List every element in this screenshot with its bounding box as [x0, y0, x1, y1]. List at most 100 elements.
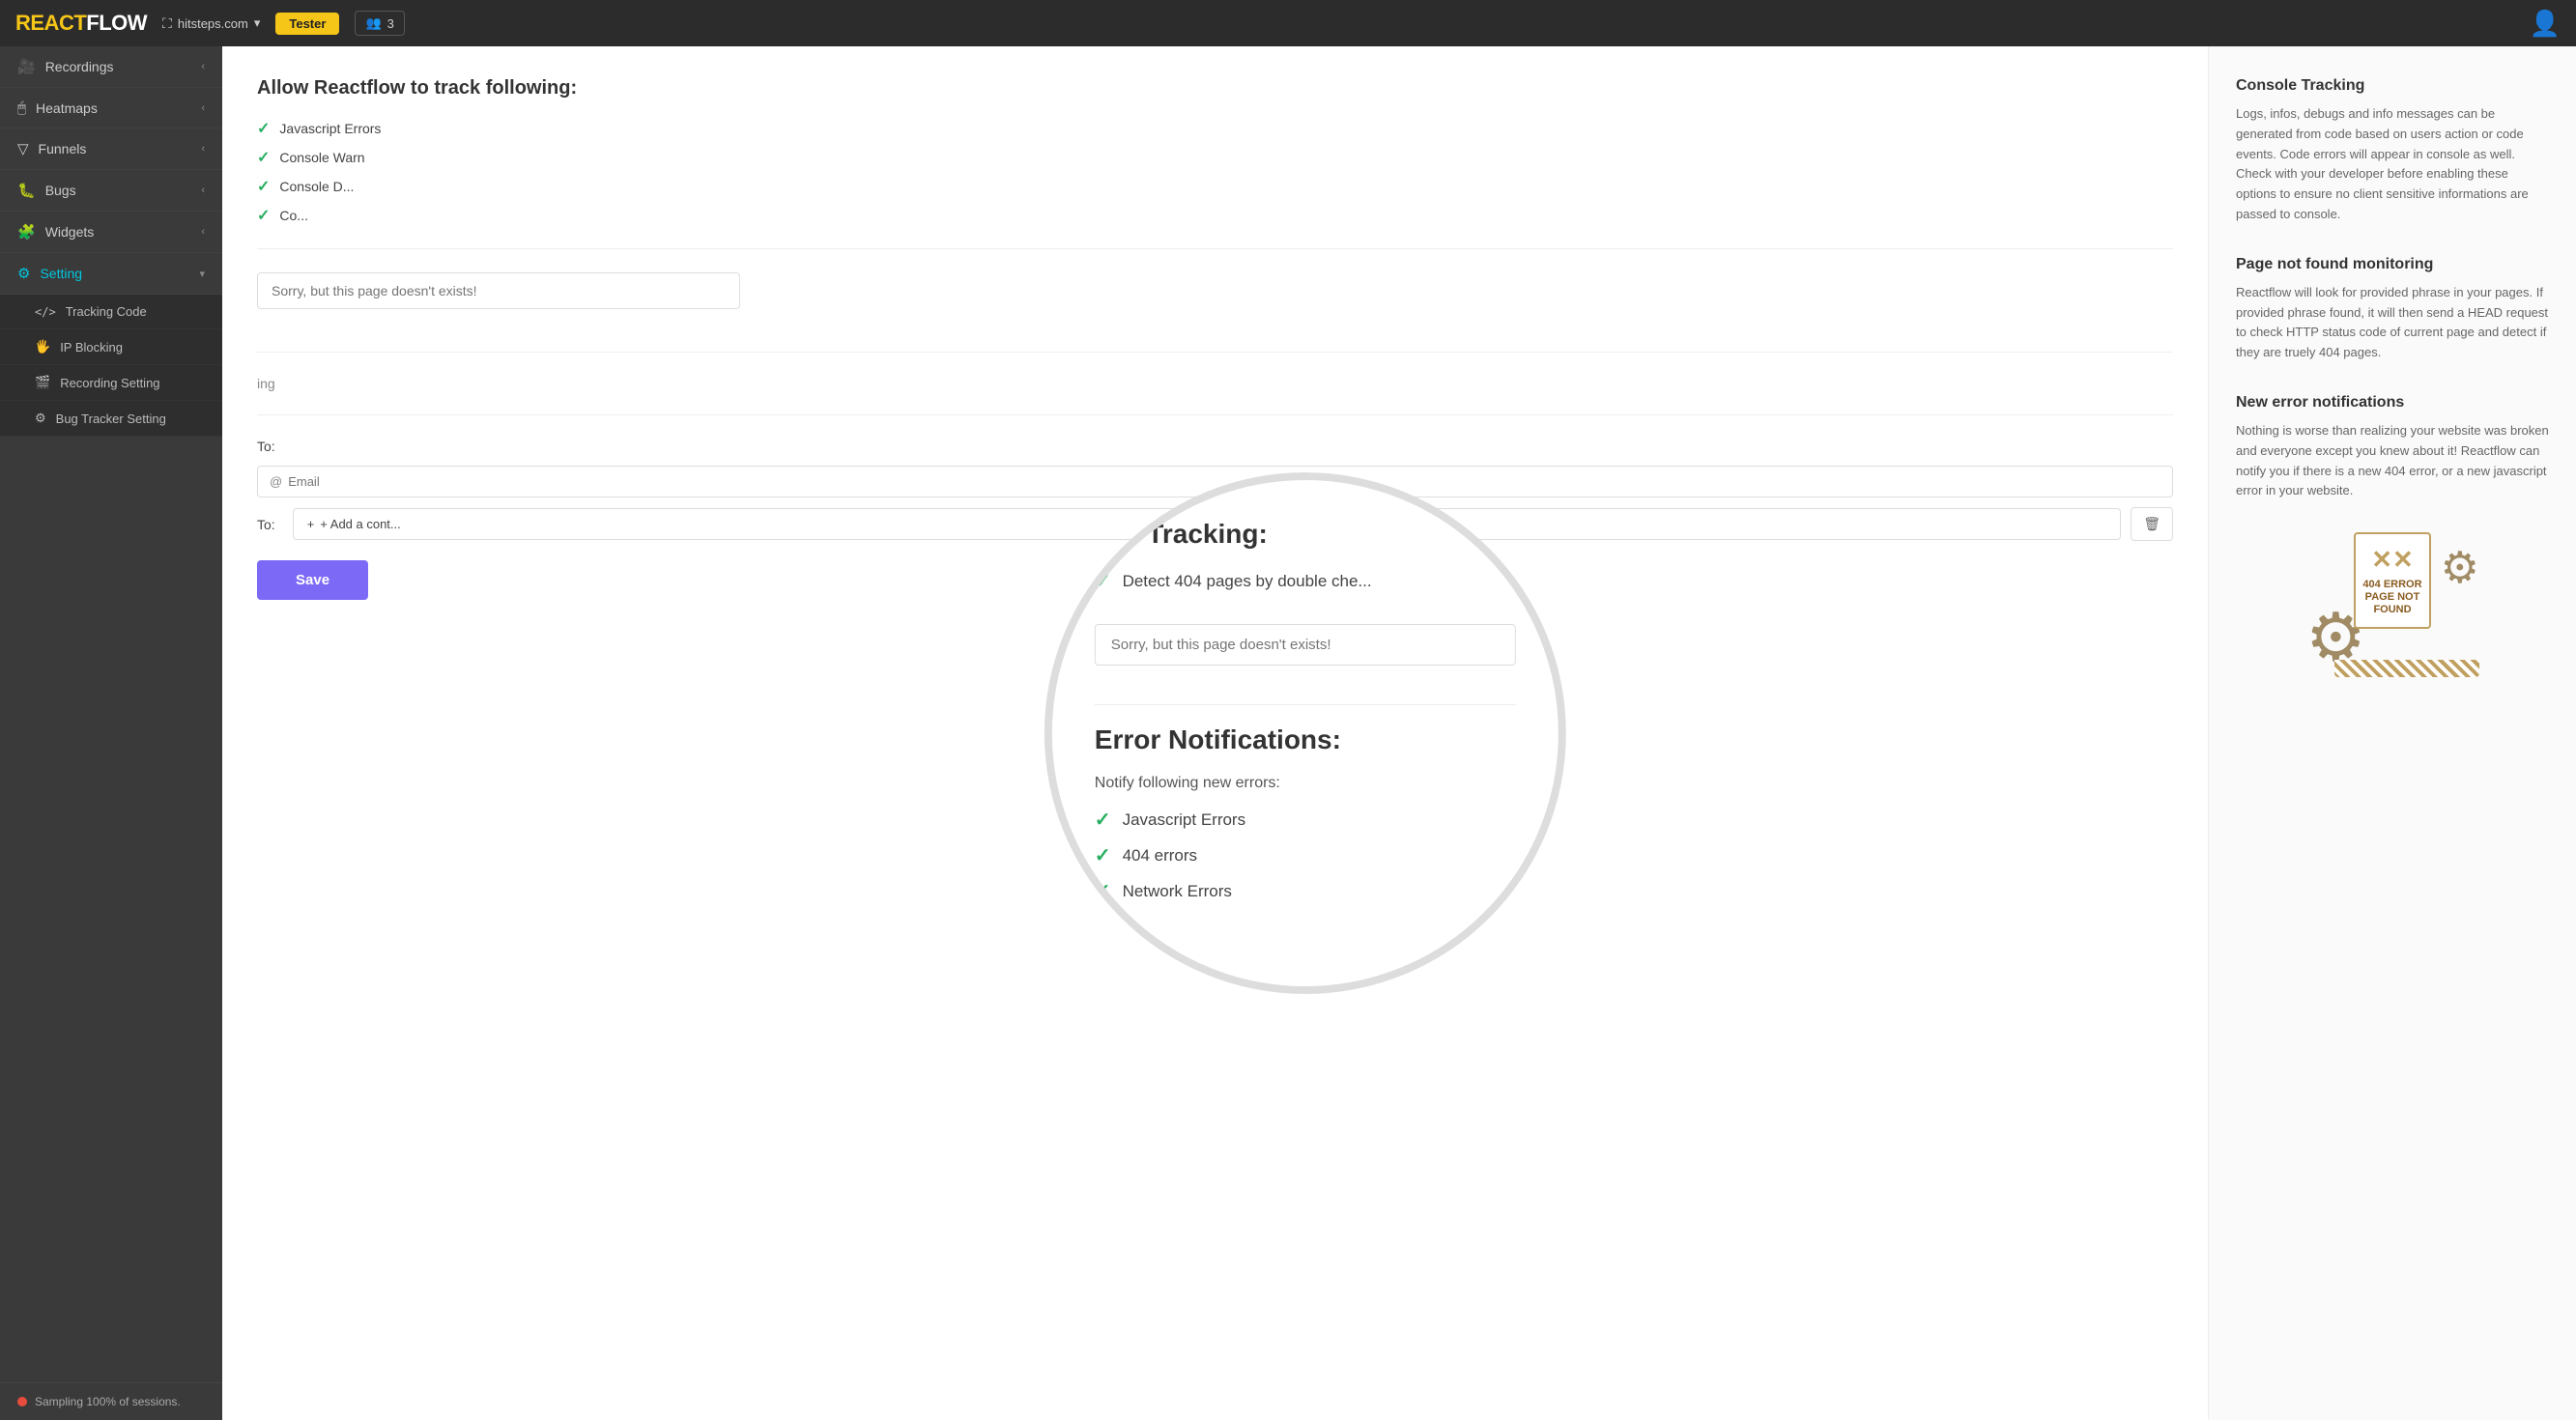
chevron-right-icon-2: ‹ — [201, 102, 205, 114]
sidebar-item-widgets-left: 🧩 Widgets — [17, 223, 94, 241]
sidebar-heatmaps-label: Heatmaps — [36, 100, 98, 116]
new-error-notifications-desc: Nothing is worse than realizing your web… — [2236, 421, 2549, 501]
sidebar-item-heatmaps[interactable]: 🖱 Heatmaps ‹ — [0, 88, 222, 128]
console-tracking-title: Console Tracking — [2236, 77, 2549, 95]
bugs-icon: 🐛 — [17, 182, 36, 199]
error-page-icon: ✕✕ 404 ERRORPAGE NOTFOUND — [2354, 532, 2431, 629]
site-selector[interactable]: ⛶ hitsteps.com ▾ — [162, 15, 260, 32]
dropdown-arrow-icon: ▾ — [254, 15, 261, 31]
right-panel: Console Tracking Logs, infos, debugs and… — [2209, 46, 2576, 1420]
sidebar-bug-tracker-label: Bug Tracker Setting — [56, 412, 166, 426]
mag-notify-item-2-label: 404 errors — [1123, 846, 1197, 866]
partial-section-label: ing — [257, 376, 2173, 391]
sidebar-item-bug-tracker-setting[interactable]: ⚙ Bug Tracker Setting — [0, 401, 222, 437]
allow-track-heading: Allow Reactflow to track following: — [257, 77, 2173, 99]
gear-small-icon: ⚙ — [2441, 542, 2479, 593]
list-item: ✓ Co... — [257, 206, 2173, 225]
mag-notify-item-1: ✓ Javascript Errors — [1095, 808, 1516, 832]
chevron-right-icon-5: ‹ — [201, 226, 205, 238]
sidebar-ip-blocking-label: IP Blocking — [60, 340, 123, 355]
logo-react: REACT — [15, 11, 86, 35]
to-label: To: — [257, 439, 2173, 454]
mag-check-icon-2: ✓ — [1095, 808, 1111, 832]
to-label-2: To: — [257, 517, 275, 532]
topnav-right: 👤 — [2530, 9, 2561, 39]
sidebar-item-bugs[interactable]: 🐛 Bugs ‹ — [0, 170, 222, 212]
page-not-found-desc: Reactflow will look for provided phrase … — [2236, 283, 2549, 363]
sidebar-item-setting[interactable]: ⚙ Setting ▾ — [0, 253, 222, 295]
check-icon-4: ✓ — [257, 206, 270, 225]
console-tracking-desc: Logs, infos, debugs and info messages ca… — [2236, 104, 2549, 225]
new-error-notifications-title: New error notifications — [2236, 394, 2549, 412]
plus-icon: + — [307, 517, 315, 531]
sidebar-recordings-label: Recordings — [45, 59, 114, 74]
sidebar-recording-setting-label: Recording Setting — [60, 376, 159, 390]
sidebar-item-funnels[interactable]: ▽ Funnels ‹ — [0, 128, 222, 170]
sidebar-item-bugs-left: 🐛 Bugs — [17, 182, 76, 199]
site-icon: ⛶ — [162, 15, 172, 32]
top-navigation: REACTFLOW ⛶ hitsteps.com ▾ Tester 👥 3 👤 — [0, 0, 2576, 46]
tester-button[interactable]: Tester — [275, 13, 339, 35]
track-item-4: Co... — [279, 208, 308, 223]
save-button[interactable]: Save — [257, 560, 368, 600]
chevron-right-icon: ‹ — [201, 61, 205, 72]
divider-1 — [257, 248, 2173, 249]
mag-notify-item-3-label: Network Errors — [1123, 882, 1232, 901]
list-item: ✓ Javascript Errors — [257, 119, 2173, 138]
list-item: ✓ Console D... — [257, 177, 2173, 196]
mag-page-not-found-input[interactable] — [1095, 624, 1516, 666]
divider-3 — [257, 414, 2173, 415]
trash-icon: 🗑 — [2143, 516, 2161, 531]
sidebar-item-recordings[interactable]: 🎥 Recordings ‹ — [0, 46, 222, 88]
track-items-list: ✓ Javascript Errors ✓ Console Warn ✓ Con… — [257, 119, 2173, 225]
tracking-code-icon: </> — [35, 305, 56, 319]
bug-tracker-icon: ⚙ — [35, 411, 46, 426]
track-item-3: Console D... — [279, 179, 354, 194]
sampling-text: Sampling 100% of sessions. — [35, 1395, 181, 1408]
mag-detect-list: ✓ Detect 404 pages by double che... — [1095, 569, 1516, 605]
setting-icon: ⚙ — [17, 265, 30, 282]
sidebar-item-heatmaps-left: 🖱 Heatmaps — [17, 99, 98, 116]
delete-button[interactable]: 🗑 — [2131, 507, 2173, 541]
list-item: ✓ Console Warn — [257, 148, 2173, 167]
chevron-right-icon-4: ‹ — [201, 185, 205, 196]
page-not-found-title: Page not found monitoring — [2236, 256, 2549, 273]
main-layout: 🎥 Recordings ‹ 🖱 Heatmaps ‹ ▽ Funnels ‹ … — [0, 46, 2576, 1420]
page-not-found-input[interactable] — [257, 272, 740, 309]
err-404-text: 404 ERRORPAGE NOTFOUND — [2362, 579, 2421, 617]
add-contact-label: + Add a cont... — [320, 517, 400, 531]
sidebar-item-widgets[interactable]: 🧩 Widgets ‹ — [0, 212, 222, 253]
error-404-box: ⚙ ✕✕ 404 ERRORPAGE NOTFOUND ⚙ — [2305, 532, 2479, 677]
sidebar-tracking-code-label: Tracking Code — [66, 304, 147, 319]
chevron-right-icon-3: ‹ — [201, 143, 205, 155]
sidebar-bugs-label: Bugs — [45, 183, 76, 198]
check-icon-1: ✓ — [257, 119, 270, 138]
page-not-found-section — [257, 272, 2173, 328]
sidebar-item-setting-left: ⚙ Setting — [17, 265, 82, 282]
widgets-icon: 🧩 — [17, 223, 36, 241]
funnels-icon: ▽ — [17, 140, 29, 157]
sidebar-item-ip-blocking[interactable]: 🖐 IP Blocking — [0, 329, 222, 365]
user-avatar-icon[interactable]: 👤 — [2530, 9, 2561, 38]
check-icon-2: ✓ — [257, 148, 270, 167]
check-icon-3: ✓ — [257, 177, 270, 196]
divider-2 — [257, 352, 2173, 353]
sidebar-item-tracking-code[interactable]: </> Tracking Code — [0, 295, 222, 329]
team-count: 3 — [387, 16, 394, 31]
site-name: hitsteps.com — [178, 16, 248, 31]
mag-notify-label: Notify following new errors: — [1095, 775, 1516, 792]
logo-flow: FLOW — [86, 11, 147, 35]
recordings-icon: 🎥 — [17, 58, 36, 75]
track-item-2: Console Warn — [279, 150, 364, 165]
mag-tracking-404-title: 404 Tracking: — [1095, 519, 1516, 550]
at-icon: @ — [270, 474, 282, 489]
sidebar-item-recording-setting[interactable]: 🎬 Recording Setting — [0, 365, 222, 401]
sidebar-setting-label: Setting — [40, 266, 82, 281]
team-button[interactable]: 👥 3 — [355, 11, 404, 36]
sidebar-item-funnels-left: ▽ Funnels — [17, 140, 86, 157]
error-404-illustration: ⚙ ✕✕ 404 ERRORPAGE NOTFOUND ⚙ — [2236, 532, 2549, 677]
page-not-found-monitoring-section: Page not found monitoring Reactflow will… — [2236, 256, 2549, 363]
x-x-icon: ✕✕ — [2371, 545, 2414, 575]
mag-notify-item-1-label: Javascript Errors — [1123, 810, 1246, 830]
sidebar-sub-menu: </> Tracking Code 🖐 IP Blocking 🎬 Record… — [0, 295, 222, 437]
